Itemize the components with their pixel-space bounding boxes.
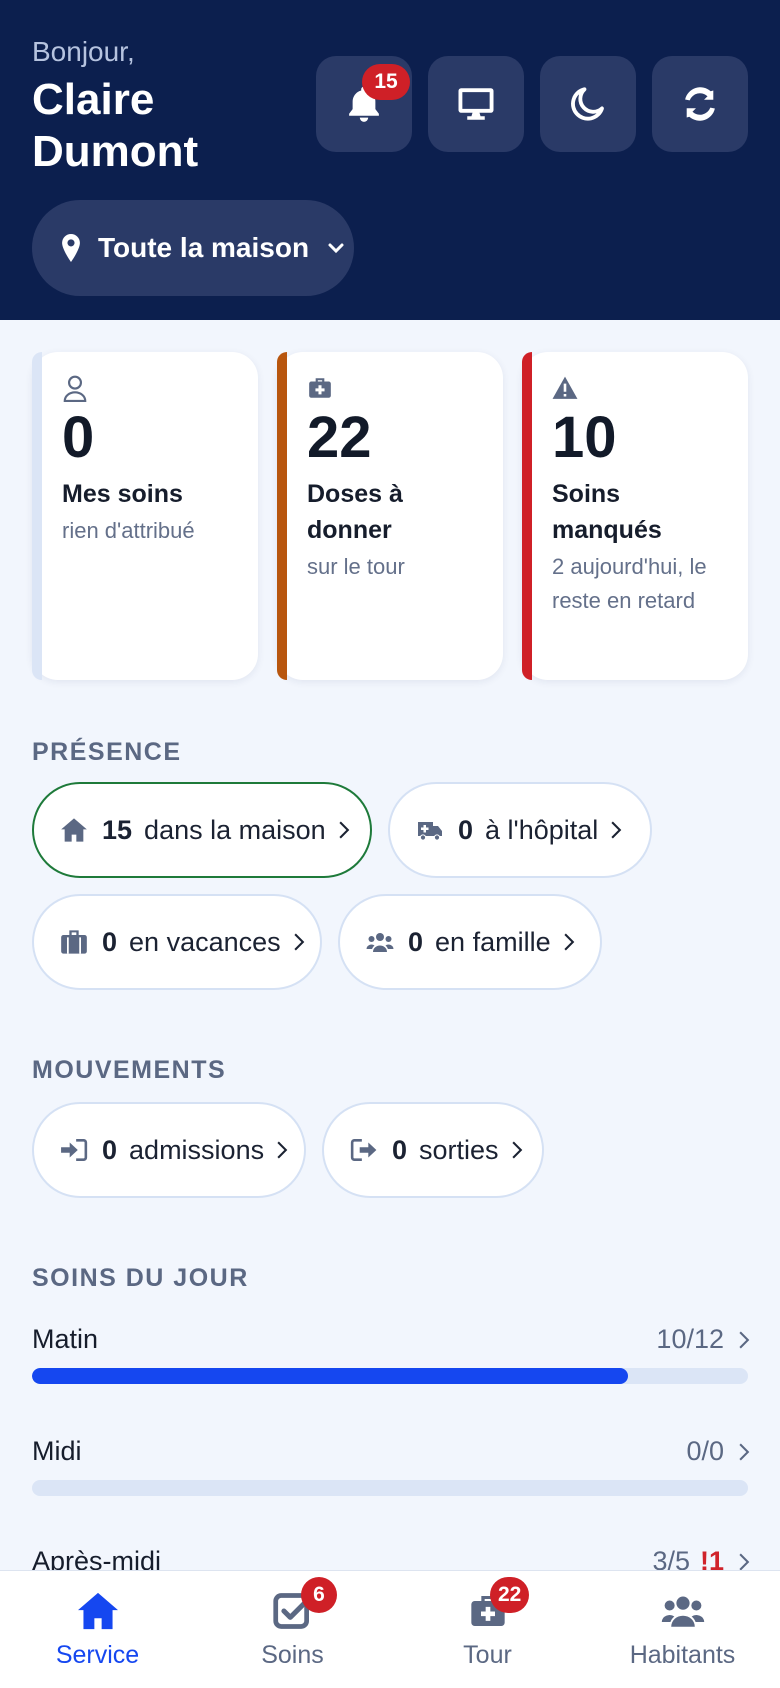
mouvements-section-title: MOUVEMENTS (32, 1056, 227, 1084)
soins-row-count: 0/0 (686, 1436, 724, 1466)
soins-row-value[interactable]: 0/0 (686, 1436, 750, 1467)
chevron-right-icon (511, 1141, 522, 1159)
user-name: Claire Dumont (32, 75, 199, 176)
chip-count: 0 (408, 926, 424, 957)
dark-mode-button[interactable] (540, 56, 636, 152)
chip-label: sorties (419, 1134, 499, 1165)
nav-label: Service (55, 1641, 140, 1669)
location-selector[interactable]: Toute la maison (32, 200, 354, 296)
app-header: Bonjour, Claire Dumont 15 Toute la maiso… (0, 0, 780, 320)
chevron-right-icon (277, 1141, 288, 1159)
presence-chip-maison[interactable]: 15 dans la maison (32, 782, 372, 878)
chip-count: 0 (102, 1134, 118, 1165)
chip-count: 15 (102, 814, 133, 845)
card-subtitle: sur le tour (307, 554, 405, 579)
mouvement-chip-admissions[interactable]: 0 admissions (32, 1102, 306, 1198)
chevron-right-icon (739, 1553, 750, 1570)
refresh-button[interactable] (652, 56, 748, 152)
chip-count: 0 (392, 1134, 408, 1165)
soins-row-label: Midi (32, 1436, 82, 1466)
card-accent (277, 352, 287, 680)
ambulance-icon (418, 822, 442, 841)
soins-progress-track (32, 1480, 748, 1496)
mouvement-chip-sorties[interactable]: 0 sorties (322, 1102, 544, 1198)
chevron-down-icon (328, 243, 344, 254)
chip-count: 0 (458, 814, 474, 845)
chip-count: 0 (102, 926, 118, 957)
home-icon (61, 818, 87, 842)
card-value: 10 (552, 405, 617, 470)
nav-item-habitants[interactable]: Habitants (585, 1571, 780, 1688)
card-mes-soins[interactable]: 0 Mes soins rien d'attribué (32, 352, 258, 680)
nav-badge: 22 (490, 1577, 530, 1613)
soins-row-label: Matin (32, 1324, 99, 1354)
moon-icon (571, 87, 604, 121)
presence-chip-hopital[interactable]: 0 à l'hôpital (388, 782, 652, 878)
bottom-navigation: Service Soins 6 Tour 22 Habitants (0, 1570, 780, 1688)
chip-label: admissions (129, 1134, 265, 1165)
location-label: Toute la maison (98, 232, 310, 263)
presence-section-title: PRÉSENCE (32, 738, 182, 766)
presence-chip-vacances[interactable]: 0 en vacances (32, 894, 322, 990)
soins-progress-fill (32, 1368, 629, 1384)
nav-item-tour[interactable]: Tour 22 (390, 1571, 585, 1688)
chevron-right-icon (339, 821, 349, 839)
sign-out-icon (350, 1139, 377, 1161)
chevron-right-icon (611, 821, 622, 839)
user-icon (63, 375, 87, 402)
users-icon (661, 1596, 704, 1627)
chevron-right-icon (564, 933, 574, 951)
card-subtitle: rien d'attribué (62, 518, 195, 543)
presence-chip-famille[interactable]: 0 en famille (338, 894, 602, 990)
notifications-button[interactable]: 15 (316, 56, 412, 152)
soins-progress-track (32, 1368, 748, 1384)
nav-label: Tour (463, 1641, 512, 1669)
nav-label: Habitants (629, 1641, 736, 1669)
chip-label: à l'hôpital (485, 814, 599, 845)
refresh-icon (685, 87, 715, 121)
card-title: Doses à donner (307, 480, 403, 544)
medkit-icon (309, 378, 331, 398)
greeting: Bonjour, (32, 36, 135, 67)
notification-badge: 15 (362, 64, 410, 100)
family-icon (366, 933, 394, 952)
card-title: Soins manqués (552, 480, 662, 544)
card-accent (32, 352, 42, 680)
chevron-right-icon (294, 933, 304, 951)
card-doses[interactable]: 22 Doses à donner sur le tour (277, 352, 503, 680)
card-value: 0 (62, 405, 95, 470)
soins-row-count: 10/12 (656, 1324, 724, 1354)
chip-label: en vacances (129, 926, 281, 957)
soins-row-value[interactable]: 10/12 (656, 1324, 750, 1355)
card-accent (522, 352, 532, 680)
nav-label: Soins (261, 1641, 324, 1669)
home-icon (77, 1592, 118, 1630)
chip-label: en famille (435, 926, 551, 957)
nav-item-soins[interactable]: Soins 6 (195, 1571, 390, 1688)
chevron-right-icon (739, 1443, 750, 1460)
display-mode-button[interactable] (428, 56, 524, 152)
chip-label: dans la maison (144, 814, 326, 845)
warning-icon (552, 376, 578, 399)
monitor-icon (458, 88, 494, 120)
card-value: 22 (307, 405, 372, 470)
nav-item-service[interactable]: Service (0, 1571, 195, 1688)
card-subtitle: 2 aujourd'hui, le reste en retard (552, 554, 707, 613)
sign-in-icon (61, 1139, 88, 1161)
chevron-right-icon (739, 1331, 750, 1348)
card-title: Mes soins (62, 480, 183, 508)
card-soins-manques[interactable]: 10 Soins manqués 2 aujourd'hui, le reste… (522, 352, 748, 680)
nav-badge: 6 (301, 1577, 337, 1613)
suitcase-icon (61, 930, 87, 954)
soins-section-title: SOINS DU JOUR (32, 1264, 249, 1292)
map-pin-icon (62, 234, 80, 262)
